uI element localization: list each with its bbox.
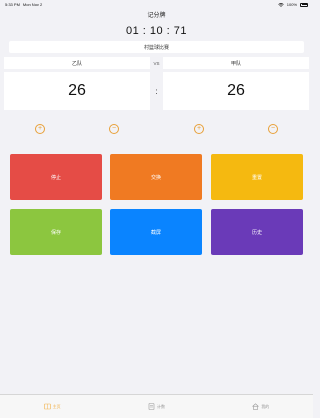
swap-button[interactable]: 交换 (110, 154, 202, 200)
score-separator: : (155, 86, 158, 96)
vs-label: VS (153, 60, 160, 66)
battery-icon (300, 2, 308, 7)
tab-counter-label: 计数 (156, 403, 165, 409)
history-button[interactable]: 历史 (211, 209, 303, 255)
screenshot-button[interactable]: 截屏 (110, 209, 202, 255)
game-timer: 01 : 10 : 71 (125, 25, 188, 37)
home-icon (252, 403, 260, 410)
team-a-name[interactable]: 乙队 (4, 57, 150, 69)
match-name-field[interactable]: 村篮球比赛 (9, 41, 304, 53)
team-b-score: 26 (163, 72, 309, 110)
tab-home[interactable]: 主页 (12, 403, 92, 410)
tab-counter[interactable]: 计数 (116, 403, 196, 410)
wifi-icon (278, 2, 284, 7)
tab-home-label: 主页 (52, 403, 61, 409)
stop-button[interactable]: 停止 (10, 154, 102, 200)
team-b-minus-button[interactable]: − (268, 124, 278, 134)
reset-button[interactable]: 重置 (211, 154, 303, 200)
save-button[interactable]: 保存 (10, 209, 102, 255)
status-bar: 5:33 PM Mon Nov 2 100% (0, 0, 313, 9)
tab-mine-label: 我的 (261, 403, 270, 409)
status-date: Mon Nov 2 (22, 2, 43, 7)
tab-bar: 主页 计数 我的 (0, 394, 313, 418)
page-title: 记分牌 (147, 13, 166, 19)
battery-percent: 100% (286, 2, 297, 7)
team-a-minus-button[interactable]: − (109, 124, 119, 134)
status-time: 5:33 PM (5, 2, 20, 7)
team-b-plus-button[interactable]: + (194, 124, 204, 134)
team-b-name[interactable]: 甲队 (163, 57, 309, 69)
team-a-plus-button[interactable]: + (35, 124, 45, 134)
scoreboard-icon (43, 403, 51, 410)
counter-icon (148, 403, 155, 410)
tab-mine[interactable]: 我的 (221, 403, 301, 410)
team-a-score: 26 (4, 72, 150, 110)
